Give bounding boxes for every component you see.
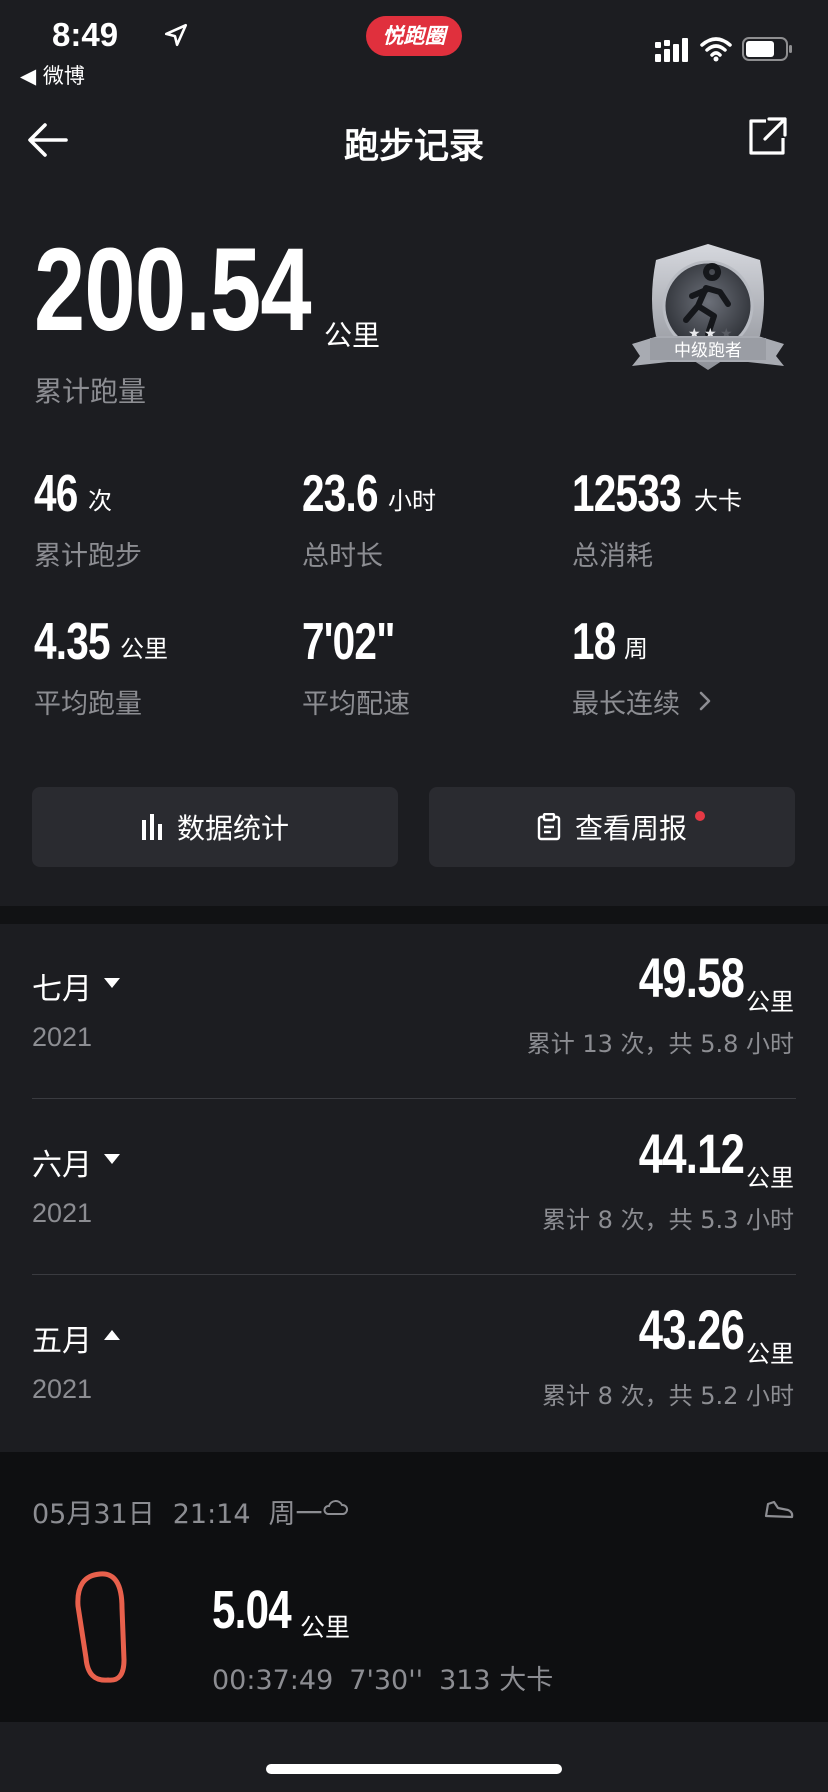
share-icon[interactable] [746,116,788,158]
record-distance-value: 5.04 [212,1580,292,1640]
stat-value: 23.6 [302,465,379,523]
month-distance-unit: 公里 [746,1164,794,1192]
total-distance: 200.54 公里 [34,224,389,356]
month-distance-unit: 公里 [746,1340,794,1368]
back-to-app-link[interactable]: ◀ 微博 [20,60,85,90]
month-year: 2021 [32,1374,93,1404]
run-record-card[interactable]: 05月31日 21:14 周一 5.04 公里 00:37:49 7'30'' 313 … [0,1452,828,1722]
navigation-bar: 跑步记录 [0,96,828,184]
stat-unit: 大卡 [694,487,742,515]
weekly-report-button[interactable]: 查看周报 [429,787,795,867]
app-badge: 悦跑圈 [366,16,462,56]
month-year: 2021 [32,1022,93,1052]
record-duration: 00:37:49 [212,1665,334,1696]
cloudy-weather-icon [323,1500,348,1515]
stat-label: 最长连续 [572,689,680,720]
runner-level-badge[interactable]: ★ ★ ★ 中级跑者 [628,240,788,390]
badge-text: 中级跑者 [674,341,742,361]
stat-value: 7'02" [302,613,395,671]
total-distance-label: 累计跑量 [34,375,147,408]
chevron-right-icon [699,691,711,711]
home-indicator[interactable] [266,1764,562,1774]
month-summary: 累计 13 次，共 5.8 小时 [526,1030,794,1058]
stat-label: 总时长 [302,541,383,572]
month-year: 2021 [32,1198,93,1228]
month-label: 七月 [32,972,92,1007]
stat-calories: 12533 大卡 总消耗 [572,468,828,578]
stat-value: 12533 [572,465,682,523]
caret-down-icon [104,1154,120,1164]
month-label: 六月 [32,1148,92,1183]
stat-avg-pace: 7'02" 平均配速 [302,616,562,726]
route-map-thumbnail [75,1571,127,1683]
month-distance-value: 43.26 [638,1298,745,1361]
location-arrow-icon [164,23,188,47]
stat-unit: 公里 [120,635,168,663]
stat-run-count: 46 次 累计跑步 [34,468,294,578]
row-separator [32,1274,796,1275]
record-calories: 313 大卡 [439,1665,554,1696]
cellular-signal-icon [655,38,688,62]
clipboard-icon [537,813,561,841]
stat-label: 平均跑量 [34,689,142,720]
stat-longest-streak[interactable]: 18 周 最长连续 [572,616,828,726]
stat-value: 46 [34,465,78,523]
battery-icon [742,37,792,61]
month-row-june[interactable]: 六月 2021 44.12 公里 累计 8 次，共 5.3 小时 [0,1100,828,1276]
record-date: 05月31日 [32,1499,155,1530]
section-divider [0,906,828,924]
stat-avg-distance: 4.35 公里 平均跑量 [34,616,294,726]
wifi-icon [700,37,732,62]
stat-value: 4.35 [34,613,111,671]
caret-down-icon [104,978,120,988]
record-meta: 00:37:49 7'30'' 313 大卡 [212,1658,569,1697]
month-distance-value: 44.12 [638,1122,745,1185]
month-distance-unit: 公里 [746,988,794,1016]
stat-label: 累计跑步 [34,541,142,572]
stat-unit: 次 [88,487,112,515]
caret-up-icon [104,1330,120,1340]
row-separator [32,1098,796,1099]
stat-unit: 周 [624,635,648,663]
month-summary: 累计 8 次，共 5.2 小时 [542,1382,794,1410]
month-distance-value: 49.58 [638,946,745,1009]
month-summary: 累计 8 次，共 5.3 小时 [542,1206,794,1234]
data-statistics-button[interactable]: 数据统计 [32,787,398,867]
stat-total-time: 23.6 小时 总时长 [302,468,562,578]
total-distance-unit: 公里 [324,319,381,352]
record-header: 05月31日 21:14 周一 [32,1492,341,1531]
status-bar: 8:49 ◀ 微博 悦跑圈 [0,0,828,96]
page-title: 跑步记录 [343,127,484,167]
data-statistics-label: 数据统计 [176,812,289,845]
record-pace: 7'30'' [349,1665,424,1696]
status-time: 8:49 [52,16,119,53]
stat-label: 平均配速 [302,689,410,720]
month-row-july[interactable]: 七月 2021 49.58 公里 累计 13 次，共 5.8 小时 [0,924,828,1100]
stat-unit: 小时 [388,487,436,515]
stat-label: 总消耗 [572,541,653,572]
month-label: 五月 [32,1324,92,1359]
month-row-may[interactable]: 五月 2021 43.26 公里 累计 8 次，共 5.2 小时 [0,1276,828,1452]
total-distance-value: 200.54 [34,224,312,356]
record-time: 21:14 [172,1499,251,1530]
bar-chart-icon [141,814,162,840]
record-weekday: 周一 [268,1499,323,1530]
stat-value: 18 [572,613,616,671]
running-shoe-icon [764,1500,794,1519]
notification-dot [695,811,705,821]
record-distance-unit: 公里 [300,1613,351,1642]
weekly-report-label: 查看周报 [574,812,687,845]
